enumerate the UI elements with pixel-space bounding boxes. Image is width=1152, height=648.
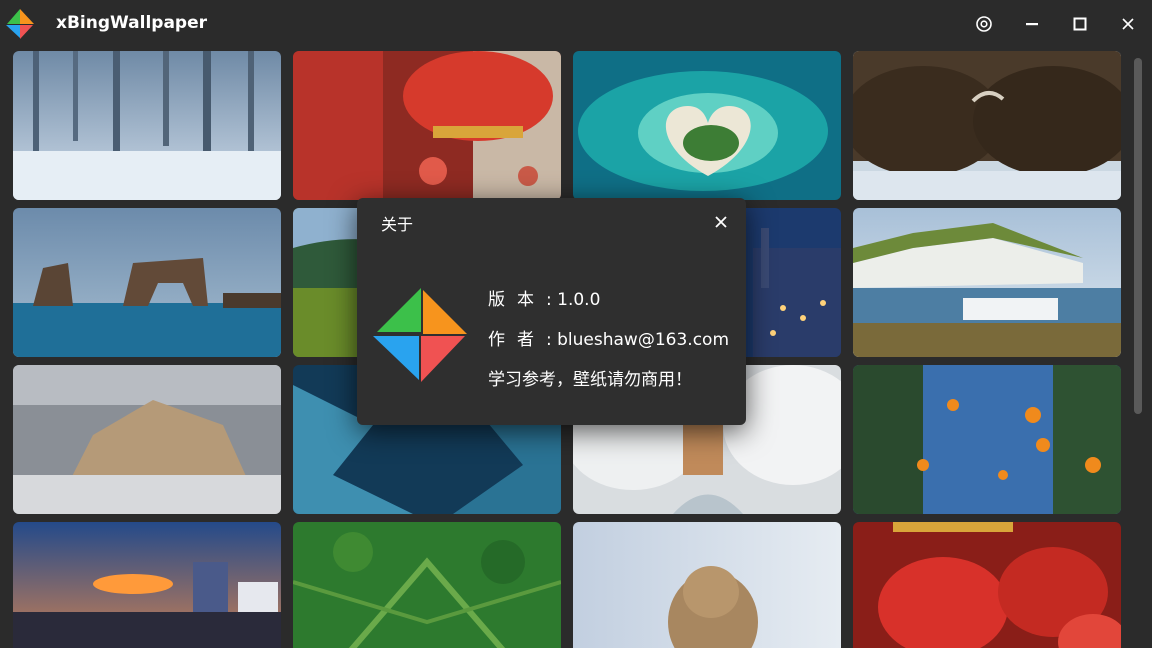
app-title: xBingWallpaper — [56, 13, 208, 33]
app-logo-icon — [373, 288, 467, 382]
version-line: 版本: 1.0.0 — [488, 285, 600, 310]
wallpaper-thumbnail-13[interactable] — [13, 522, 281, 648]
version-value: 1.0.0 — [557, 290, 601, 310]
version-colon: : — [546, 290, 558, 310]
about-dialog: 关于 版本: 1.0.0 作者: blueshaw@163.com 学习参考，壁… — [357, 198, 746, 425]
settings-button[interactable] — [968, 8, 1000, 40]
wallpaper-thumbnail-1[interactable] — [13, 51, 281, 200]
wallpaper-thumbnail-3[interactable] — [573, 51, 841, 200]
wallpaper-thumbnail-4[interactable] — [853, 51, 1121, 200]
wallpaper-thumbnail-12[interactable] — [853, 365, 1121, 514]
version-label: 版本 — [488, 290, 546, 310]
wallpaper-thumbnail-16[interactable] — [853, 522, 1121, 648]
minimize-button[interactable] — [1016, 8, 1048, 40]
close-icon — [715, 216, 727, 228]
maximize-icon — [1073, 17, 1087, 31]
dialog-title: 关于 — [381, 215, 414, 234]
wallpaper-thumbnail-14[interactable] — [293, 522, 561, 648]
dialog-close-button[interactable] — [709, 210, 733, 234]
title-bar: xBingWallpaper — [0, 0, 1152, 48]
wallpaper-thumbnail-15[interactable] — [573, 522, 841, 648]
author-label: 作者 — [488, 330, 546, 350]
wallpaper-thumbnail-9[interactable] — [13, 365, 281, 514]
settings-icon — [976, 16, 992, 32]
usage-notice: 学习参考，壁纸请勿商用！ — [488, 370, 692, 390]
author-email: blueshaw@163.com — [557, 330, 729, 350]
close-button[interactable] — [1112, 8, 1144, 40]
wallpaper-thumbnail-2[interactable] — [293, 51, 561, 200]
author-line: 作者: blueshaw@163.com — [488, 325, 729, 350]
close-icon — [1122, 18, 1134, 30]
scrollbar-thumb[interactable] — [1134, 58, 1142, 414]
maximize-button[interactable] — [1064, 8, 1096, 40]
vertical-scrollbar[interactable] — [1134, 58, 1142, 414]
wallpaper-thumbnail-5[interactable] — [13, 208, 281, 357]
minimize-icon — [1026, 23, 1038, 26]
wallpaper-thumbnail-8[interactable] — [853, 208, 1121, 357]
app-logo-icon — [6, 9, 34, 39]
author-colon: : — [546, 330, 558, 350]
